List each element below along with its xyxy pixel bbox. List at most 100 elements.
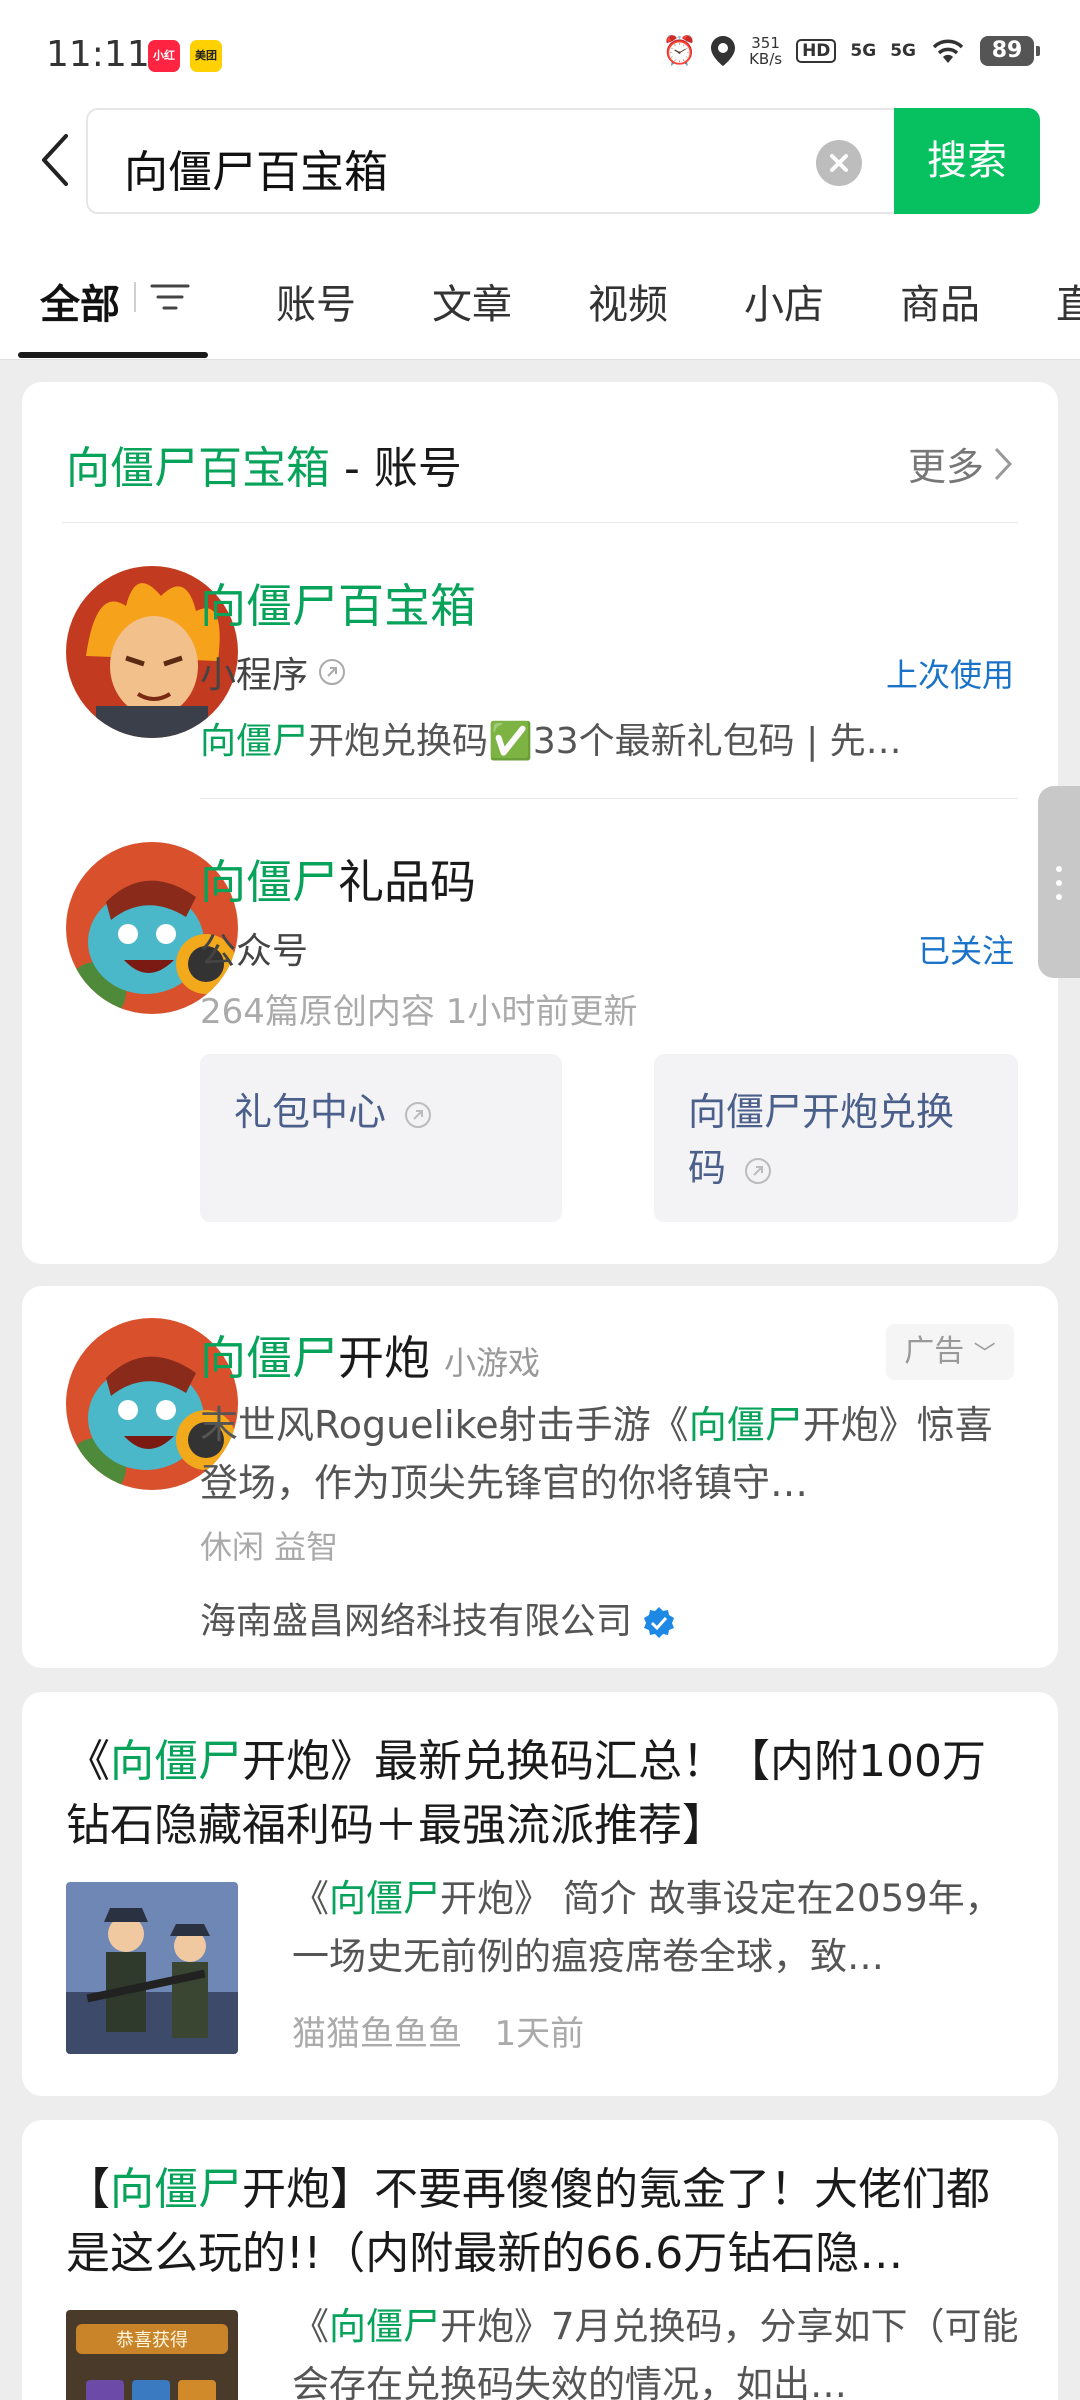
filter-icon[interactable] — [150, 282, 190, 312]
game-name-keyword: 向僵尸 — [200, 1331, 338, 1385]
status-icons: ⏰ 351 KB/s HD 5G 5G 89 — [662, 34, 1040, 67]
alarm-icon: ⏰ — [662, 34, 698, 67]
tab-separator — [134, 282, 136, 312]
tab-account[interactable]: 账号 — [276, 272, 356, 330]
box2-label: 向僵尸开炮兑换码 — [688, 1090, 955, 1190]
search-button[interactable]: 搜索 — [894, 108, 1040, 214]
title-part-a: 【 — [66, 2164, 110, 2215]
xiaohongshu-app-icon: 小红书 — [148, 40, 180, 94]
back-arrow-icon[interactable] — [34, 130, 78, 190]
active-tab-indicator — [18, 352, 208, 358]
article-source: 猫猫鱼鱼鱼 1天前 — [292, 2006, 584, 2055]
title-keyword: 向僵尸 — [110, 2164, 242, 2215]
item-divider — [200, 798, 1018, 799]
app1-label: 小红书 — [153, 49, 175, 94]
ad-label[interactable]: 广告 ﹀ — [886, 1324, 1014, 1380]
speed-value: 351 — [751, 33, 780, 52]
link-icon — [745, 1157, 772, 1184]
chevron-right-icon — [994, 447, 1013, 480]
chevron-down-icon: ﹀ — [973, 1342, 996, 1367]
game-name-text: 开炮 — [338, 1331, 430, 1385]
link-icon — [319, 659, 346, 685]
result-name: 向僵尸礼品码 — [200, 846, 476, 912]
result-type: 公众号 — [200, 931, 309, 972]
search-input[interactable]: 向僵尸百宝箱 搜索 — [86, 108, 1040, 214]
clear-icon[interactable] — [816, 140, 862, 186]
tab-video[interactable]: 视频 — [588, 272, 668, 330]
handle-dot — [1056, 880, 1062, 886]
article-card[interactable]: 《向僵尸开炮》最新兑换码汇总！【内附100万钻石隐藏福利码＋最强流派推荐】 《向… — [22, 1692, 1058, 2096]
location-icon — [711, 35, 736, 66]
game-name: 向僵尸开炮 小游戏 — [200, 1322, 540, 1388]
article-thumbnail: 恭喜获得 — [66, 2310, 238, 2400]
summary-part-a: 《 — [292, 2305, 329, 2348]
tab-live[interactable]: 直 — [1056, 272, 1080, 330]
game-tags: 休闲 益智 — [200, 1528, 339, 1566]
handle-dot — [1056, 866, 1062, 872]
ad-label-text: 广告 — [904, 1334, 965, 1369]
app2-label: 美团 — [195, 49, 217, 62]
signal-5g-icon-1: 5G — [850, 40, 877, 61]
desc-keyword: 向僵尸 — [688, 1403, 803, 1447]
article-title: 【向僵尸开炮】不要再傻傻的氪金了！大佬们都是这么玩的!!（内附最新的66.6万钻… — [66, 2158, 1026, 2286]
tab-all[interactable]: 全部 — [40, 272, 120, 330]
search-header: 向僵尸百宝箱 搜索 — [0, 100, 1080, 230]
network-speed: 351 KB/s — [749, 35, 782, 67]
name-text: 礼品码 — [338, 855, 476, 909]
desc-text: 开炮兑换码✅33个最新礼包码 | 先… — [308, 721, 902, 762]
result-type: 小程序 — [200, 646, 346, 698]
result-type-label: 小程序 — [200, 655, 309, 696]
tab-shop[interactable]: 小店 — [744, 272, 824, 330]
menu-redeem-codes[interactable]: 向僵尸开炮兑换码 — [654, 1054, 1018, 1222]
summary-keyword: 向僵尸 — [329, 2305, 440, 2348]
more-link[interactable]: 更多 — [908, 436, 1014, 491]
article-card[interactable]: 【向僵尸开炮】不要再傻傻的氪金了！大佬们都是这么玩的!!（内附最新的66.6万钻… — [22, 2120, 1058, 2400]
company-name: 海南盛昌网络科技有限公司 — [200, 1592, 676, 1644]
clock: 11:11 — [46, 34, 150, 75]
tab-article[interactable]: 文章 — [432, 272, 512, 330]
result-name-text: 向僵尸百宝箱 — [200, 579, 476, 633]
article-summary: 《向僵尸开炮》 简介 故事设定在2059年，一场史无前例的瘟疫席卷全球，致… — [292, 1870, 1022, 1986]
more-label: 更多 — [907, 445, 984, 489]
signal-5g-icon-2: 5G — [890, 40, 916, 61]
box1-label: 礼包中心 — [234, 1090, 387, 1134]
summary-part-a: 《 — [292, 1877, 329, 1920]
section-title-keyword: 向僵尸百宝箱 — [66, 443, 330, 494]
search-query[interactable]: 向僵尸百宝箱 — [124, 136, 388, 200]
title-part-a: 《 — [66, 1736, 110, 1787]
game-description: 末世风Roguelike射击手游《向僵尸开炮》惊喜登场，作为顶尖先锋官的你将镇守… — [200, 1396, 1020, 1512]
section-title-suffix: - 账号 — [330, 443, 462, 494]
desc-keyword: 向僵尸 — [200, 721, 309, 762]
meituan-app-icon: 美团 — [190, 40, 222, 72]
ad-result-card[interactable]: 向僵尸开炮 小游戏 广告 ﹀ 末世风Roguelike射击手游《向僵尸开炮》惊喜登… — [22, 1286, 1058, 1668]
name-keyword: 向僵尸 — [200, 855, 338, 909]
account-meta: 264篇原创内容 1小时前更新 — [200, 992, 638, 1032]
article-summary: 《向僵尸开炮》7月兑换码，分享如下（可能会存在兑换码失效的情况，如出… — [292, 2298, 1022, 2400]
menu-gift-center[interactable]: 礼包中心 — [200, 1054, 562, 1222]
result-name: 向僵尸百宝箱 — [200, 570, 476, 636]
floating-side-handle[interactable] — [1038, 786, 1080, 978]
status-bar: 11:11 小红书 美团 ⏰ 351 KB/s HD 5G 5G 89 — [0, 0, 1080, 100]
desc-part-a: 末世风Roguelike射击手游《 — [200, 1403, 689, 1447]
account-section-card: 向僵尸百宝箱 - 账号 更多 向僵尸百宝箱 小程序 上次使用 向僵尸开炮兑换码✅… — [22, 382, 1058, 1264]
verified-icon — [644, 1607, 675, 1638]
followed-label: 已关注 — [917, 932, 1014, 970]
wifi-icon — [932, 39, 964, 63]
section-title: 向僵尸百宝箱 - 账号 — [66, 432, 462, 496]
battery-icon: 89 — [980, 35, 1040, 66]
handle-dot — [1056, 894, 1062, 900]
source-name: 猫猫鱼鱼鱼 — [292, 2014, 462, 2054]
mini-game-tag: 小游戏 — [444, 1344, 541, 1382]
filter-tabs: 全部 账号 文章 视频 小店 商品 直 — [0, 230, 1080, 360]
section-divider — [62, 522, 1018, 523]
result-description: 向僵尸开炮兑换码✅33个最新礼包码 | 先… — [200, 712, 1020, 764]
last-used-label: 上次使用 — [885, 656, 1014, 694]
article-thumbnail — [66, 1882, 238, 2054]
speed-unit: KB/s — [749, 49, 783, 68]
publish-time: 1天前 — [494, 2014, 585, 2054]
tab-goods[interactable]: 商品 — [900, 272, 980, 330]
company-text: 海南盛昌网络科技有限公司 — [200, 1601, 633, 1642]
thumb-banner-text: 恭喜获得 — [116, 2330, 188, 2351]
link-icon — [405, 1101, 432, 1128]
title-keyword: 向僵尸 — [110, 1736, 242, 1787]
